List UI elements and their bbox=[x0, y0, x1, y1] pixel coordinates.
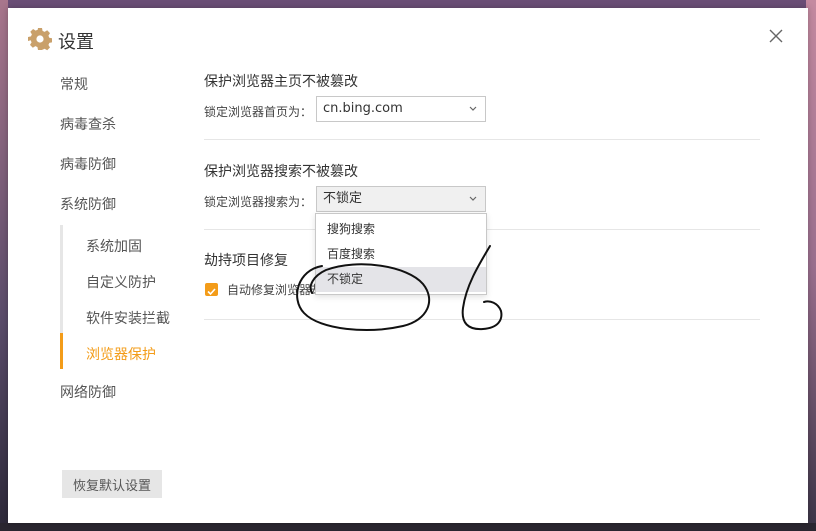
auto-repair-checkbox[interactable] bbox=[205, 283, 218, 296]
restore-defaults-button[interactable]: 恢复默认设置 bbox=[62, 470, 162, 498]
sidebar-item-network-defense[interactable]: 网络防御 bbox=[60, 382, 116, 402]
close-icon bbox=[769, 29, 783, 43]
homepage-select-value: cn.bing.com bbox=[323, 101, 403, 116]
search-select[interactable]: 不锁定 bbox=[316, 186, 486, 212]
window-title: 设置 bbox=[58, 32, 94, 53]
title-bar: 设置 bbox=[8, 8, 808, 68]
sidebar-subitem-custom-protection[interactable]: 自定义防护 bbox=[86, 272, 156, 292]
auto-repair-label: 自动修复浏览器劫 bbox=[227, 283, 315, 297]
dropdown-option-sogou[interactable]: 搜狗搜索 bbox=[316, 217, 486, 242]
sidebar: 常规 病毒查杀 病毒防御 系统防御 系统加固 自定义防护 软件安装拦截 浏览器保… bbox=[8, 68, 188, 523]
sidebar-item-virus-scan[interactable]: 病毒查杀 bbox=[60, 114, 116, 134]
sidebar-item-virus-defense[interactable]: 病毒防御 bbox=[60, 154, 116, 174]
divider bbox=[204, 139, 760, 140]
settings-window: 设置 常规 病毒查杀 病毒防御 系统防御 系统加固 自定义防护 软件安装拦截 浏… bbox=[8, 8, 808, 523]
homepage-field-label: 锁定浏览器首页为： bbox=[204, 105, 313, 119]
sidebar-subitem-system-hardening[interactable]: 系统加固 bbox=[86, 236, 142, 256]
desktop-background-left bbox=[0, 0, 8, 531]
search-dropdown-list: 搜狗搜索 百度搜索 不锁定 bbox=[315, 213, 487, 295]
chevron-down-icon bbox=[469, 106, 477, 111]
sidebar-subitem-browser-protection[interactable]: 浏览器保护 bbox=[86, 344, 156, 364]
chevron-down-icon bbox=[469, 196, 477, 201]
sub-nav-active-indicator bbox=[60, 333, 63, 369]
hijack-section-title: 劫持项目修复 bbox=[204, 253, 288, 269]
homepage-select[interactable]: cn.bing.com bbox=[316, 96, 486, 122]
sidebar-item-system-defense[interactable]: 系统防御 bbox=[60, 194, 116, 214]
sidebar-subitem-install-block[interactable]: 软件安装拦截 bbox=[86, 308, 170, 328]
desktop-background-bottom bbox=[0, 523, 816, 531]
sidebar-item-general[interactable]: 常规 bbox=[60, 74, 88, 94]
homepage-section-title: 保护浏览器主页不被篡改 bbox=[204, 74, 358, 90]
search-field-label: 锁定浏览器搜索为： bbox=[204, 195, 313, 209]
search-section-title: 保护浏览器搜索不被篡改 bbox=[204, 164, 358, 180]
close-button[interactable] bbox=[766, 26, 786, 46]
dropdown-option-no-lock[interactable]: 不锁定 bbox=[316, 267, 486, 292]
gear-icon bbox=[28, 27, 53, 51]
check-icon bbox=[207, 288, 216, 296]
dropdown-option-baidu[interactable]: 百度搜索 bbox=[316, 242, 486, 267]
search-select-value: 不锁定 bbox=[323, 191, 363, 206]
divider bbox=[204, 319, 760, 320]
